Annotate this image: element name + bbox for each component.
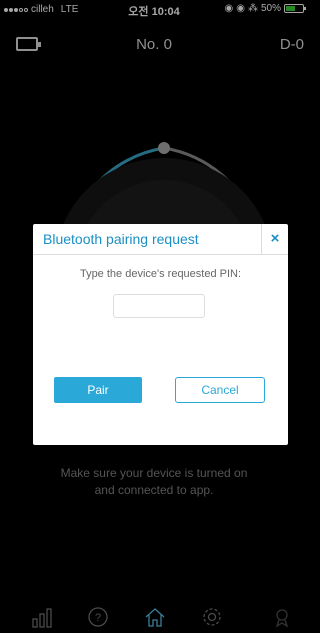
message-line-1: Make sure your device is turned on <box>60 466 248 480</box>
dialog-header: Bluetooth pairing request × <box>33 224 288 255</box>
bar-chart-icon[interactable] <box>30 605 54 629</box>
svg-text:?: ? <box>95 612 101 624</box>
bluetooth-pairing-dialog: Bluetooth pairing request × Type the dev… <box>33 224 288 445</box>
help-icon[interactable]: ? <box>86 605 110 629</box>
bottom-tab-bar: ? <box>0 599 308 633</box>
pair-button[interactable]: Pair <box>54 377 142 403</box>
connection-message: Make sure your device is turned on and c… <box>0 465 308 499</box>
trophy-icon[interactable] <box>270 605 294 629</box>
pin-prompt: Type the device's requested PIN: <box>79 268 242 280</box>
message-line-2: and connected to app. <box>94 483 214 497</box>
pin-input[interactable] <box>113 294 205 318</box>
home-icon[interactable] <box>143 605 167 629</box>
cancel-button[interactable]: Cancel <box>175 377 265 403</box>
close-icon[interactable]: × <box>261 224 288 254</box>
settings-icon[interactable] <box>200 605 224 629</box>
dialog-title: Bluetooth pairing request <box>43 231 199 247</box>
